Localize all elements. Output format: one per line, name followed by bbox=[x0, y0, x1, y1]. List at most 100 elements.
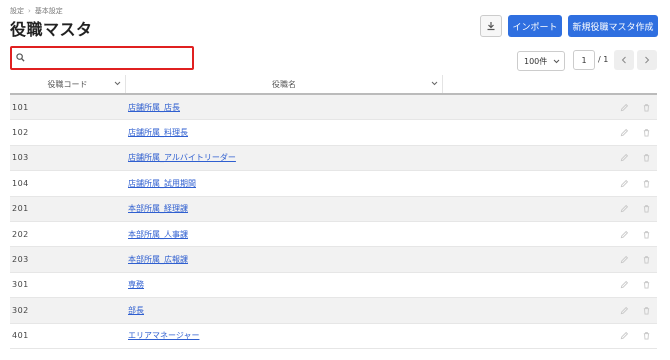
edit-button[interactable] bbox=[619, 204, 629, 214]
position-name-link[interactable]: 本部所属_経理課 bbox=[128, 204, 188, 213]
trash-icon bbox=[643, 180, 649, 188]
pencil-icon bbox=[620, 103, 628, 111]
column-header-name-label: 役職名 bbox=[272, 79, 296, 89]
pencil-icon bbox=[620, 128, 628, 137]
pencil-icon bbox=[620, 332, 628, 340]
download-button[interactable] bbox=[480, 15, 502, 37]
positions-table: 役職コード 役職名 101 店舗所属_店長 102 店舗所属_料理長 103 店… bbox=[10, 75, 657, 349]
position-name-cell: 店舗所属_試用期間 bbox=[126, 178, 443, 189]
delete-button[interactable] bbox=[641, 229, 651, 239]
row-actions bbox=[443, 204, 657, 214]
position-code: 203 bbox=[12, 255, 29, 265]
position-name-link[interactable]: エリアマネージャー bbox=[128, 331, 199, 340]
page-total: / 1 bbox=[598, 55, 609, 64]
row-actions bbox=[443, 280, 657, 290]
position-code: 102 bbox=[12, 128, 29, 138]
edit-button[interactable] bbox=[619, 331, 629, 341]
pencil-icon bbox=[620, 230, 628, 238]
row-actions bbox=[443, 255, 657, 265]
delete-button[interactable] bbox=[641, 153, 651, 163]
position-code: 301 bbox=[12, 280, 29, 290]
delete-button[interactable] bbox=[641, 280, 651, 290]
position-name-cell: 本部所属_人事課 bbox=[126, 229, 443, 240]
delete-button[interactable] bbox=[641, 128, 651, 138]
column-header-actions bbox=[443, 75, 657, 93]
pencil-icon bbox=[620, 154, 628, 162]
delete-button[interactable] bbox=[641, 204, 651, 214]
search-input[interactable] bbox=[30, 50, 190, 66]
delete-button[interactable] bbox=[641, 178, 651, 188]
edit-button[interactable] bbox=[619, 178, 629, 188]
position-code: 401 bbox=[12, 331, 29, 341]
trash-icon bbox=[643, 306, 649, 315]
breadcrumb: 設定 › 基本設定 bbox=[10, 6, 63, 16]
delete-button[interactable] bbox=[641, 331, 651, 341]
prev-page-button[interactable] bbox=[614, 50, 634, 70]
position-name-link[interactable]: 店舗所属_料理長 bbox=[128, 128, 188, 137]
chevron-down-icon bbox=[553, 59, 560, 63]
row-actions bbox=[443, 178, 657, 188]
chevron-right-icon bbox=[645, 56, 650, 64]
breadcrumb-item-basic-settings[interactable]: 基本設定 bbox=[35, 6, 63, 16]
position-code: 101 bbox=[12, 102, 29, 112]
delete-button[interactable] bbox=[641, 102, 651, 112]
table-row: 202 本部所属_人事課 bbox=[10, 222, 657, 248]
edit-button[interactable] bbox=[619, 102, 629, 112]
next-page-button[interactable] bbox=[637, 50, 657, 70]
pencil-icon bbox=[620, 281, 628, 289]
table-header: 役職コード 役職名 bbox=[10, 75, 657, 95]
column-header-code[interactable]: 役職コード bbox=[10, 75, 126, 93]
trash-icon bbox=[643, 332, 649, 340]
trash-icon bbox=[643, 281, 649, 289]
trash-icon bbox=[643, 154, 649, 163]
pencil-icon bbox=[620, 255, 628, 264]
import-button[interactable]: インポート bbox=[508, 15, 562, 37]
delete-button[interactable] bbox=[641, 305, 651, 315]
table-row: 102 店舗所属_料理長 bbox=[10, 120, 657, 146]
search-icon bbox=[16, 53, 25, 62]
position-name-cell: 店舗所属_店長 bbox=[126, 102, 443, 113]
page-number-input[interactable]: 1 bbox=[573, 50, 595, 70]
edit-button[interactable] bbox=[619, 255, 629, 265]
search-box[interactable] bbox=[10, 46, 194, 70]
position-name-cell: 専務 bbox=[126, 279, 443, 290]
delete-button[interactable] bbox=[641, 255, 651, 265]
position-name-link[interactable]: 本部所属_広報課 bbox=[128, 255, 188, 264]
table-row: 104 店舗所属_試用期間 bbox=[10, 171, 657, 197]
chevron-down-icon bbox=[114, 81, 121, 86]
edit-button[interactable] bbox=[619, 153, 629, 163]
pencil-icon bbox=[620, 179, 628, 188]
chevron-down-icon bbox=[431, 81, 438, 86]
position-name-link[interactable]: 本部所属_人事課 bbox=[128, 230, 188, 239]
trash-icon bbox=[643, 129, 649, 137]
edit-button[interactable] bbox=[619, 305, 629, 315]
edit-button[interactable] bbox=[619, 280, 629, 290]
edit-button[interactable] bbox=[619, 229, 629, 239]
per-page-select[interactable]: 100件 bbox=[517, 51, 565, 71]
pencil-icon bbox=[620, 306, 628, 315]
page-title: 役職マスタ bbox=[10, 20, 93, 39]
column-header-name[interactable]: 役職名 bbox=[126, 75, 443, 93]
trash-icon bbox=[643, 256, 649, 264]
row-actions bbox=[443, 305, 657, 315]
table-row: 401 エリアマネージャー bbox=[10, 324, 657, 349]
position-name-link[interactable]: 店舗所属_アルバイトリーダー bbox=[128, 153, 236, 162]
position-name-cell: 店舗所属_料理長 bbox=[126, 127, 443, 138]
pencil-icon bbox=[620, 205, 628, 213]
column-header-code-label: 役職コード bbox=[47, 79, 88, 89]
row-actions bbox=[443, 229, 657, 239]
table-row: 302 部長 bbox=[10, 298, 657, 324]
chevron-left-icon bbox=[621, 56, 626, 64]
table-row: 203 本部所属_広報課 bbox=[10, 247, 657, 273]
edit-button[interactable] bbox=[619, 128, 629, 138]
row-actions bbox=[443, 128, 657, 138]
position-name-link[interactable]: 店舗所属_試用期間 bbox=[128, 179, 196, 188]
position-name-link[interactable]: 店舗所属_店長 bbox=[128, 103, 180, 112]
position-name-link[interactable]: 専務 bbox=[128, 280, 144, 289]
breadcrumb-item-settings[interactable]: 設定 bbox=[10, 6, 24, 16]
new-position-button[interactable]: 新規役職マスタ作成 bbox=[568, 15, 658, 37]
position-code: 302 bbox=[12, 305, 29, 315]
table-row: 101 店舗所属_店長 bbox=[10, 95, 657, 121]
position-code: 201 bbox=[12, 204, 29, 214]
position-name-link[interactable]: 部長 bbox=[128, 306, 144, 315]
